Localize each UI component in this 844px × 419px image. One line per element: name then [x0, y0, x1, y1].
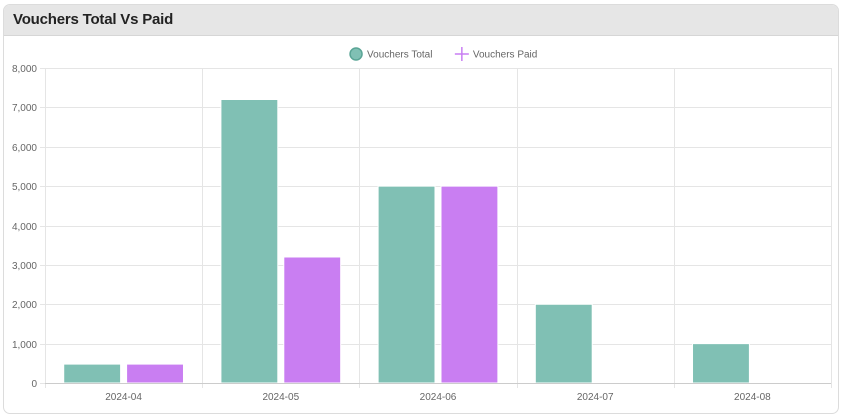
legend-item-vouchers-total[interactable]: Vouchers Total — [349, 47, 432, 61]
x-tick-label: 2024-08 — [734, 392, 771, 403]
y-tick-label: 0 — [31, 379, 37, 390]
bar-vouchers-total-2024-05[interactable] — [220, 99, 279, 384]
grid-layer — [45, 68, 832, 388]
x-tick-label: 2024-07 — [577, 392, 614, 403]
y-tick-label: 7,000 — [12, 103, 37, 114]
y-tick-label: 5,000 — [12, 182, 37, 193]
vouchers-bar-chart: 0 1,000 2,000 3,000 4,000 5,000 6,000 7,000 8,00… — [12, 47, 832, 403]
y-tick-label: 6,000 — [12, 143, 37, 154]
y-tick-label: 1,000 — [12, 340, 37, 351]
y-tick-label: 3,000 — [12, 261, 37, 272]
bar-vouchers-total-2024-06[interactable] — [377, 185, 436, 384]
y-tick-label: 8,000 — [12, 64, 37, 75]
legend[interactable]: Vouchers Total Vouchers Paid — [349, 47, 537, 61]
legend-label: Vouchers Total — [367, 50, 432, 61]
legend-label: Vouchers Paid — [473, 50, 537, 61]
bar-vouchers-total-2024-04[interactable] — [63, 363, 122, 384]
y-tick-label: 4,000 — [12, 222, 37, 233]
bar-vouchers-paid-2024-05[interactable] — [283, 256, 342, 384]
legend-circle-marker — [349, 47, 363, 61]
x-tick-label: 2024-05 — [262, 392, 299, 403]
x-tick-label: 2024-06 — [420, 392, 457, 403]
bars-layer — [63, 99, 750, 384]
bar-vouchers-paid-2024-06[interactable] — [440, 185, 499, 384]
bar-vouchers-total-2024-08[interactable] — [692, 343, 750, 384]
bar-vouchers-paid-2024-04[interactable] — [126, 363, 184, 384]
x-tick-label: 2024-04 — [105, 392, 142, 403]
y-tick-label: 2,000 — [12, 300, 37, 311]
bar-vouchers-total-2024-07[interactable] — [534, 303, 593, 384]
legend-item-vouchers-paid[interactable]: Vouchers Paid — [454, 47, 537, 61]
